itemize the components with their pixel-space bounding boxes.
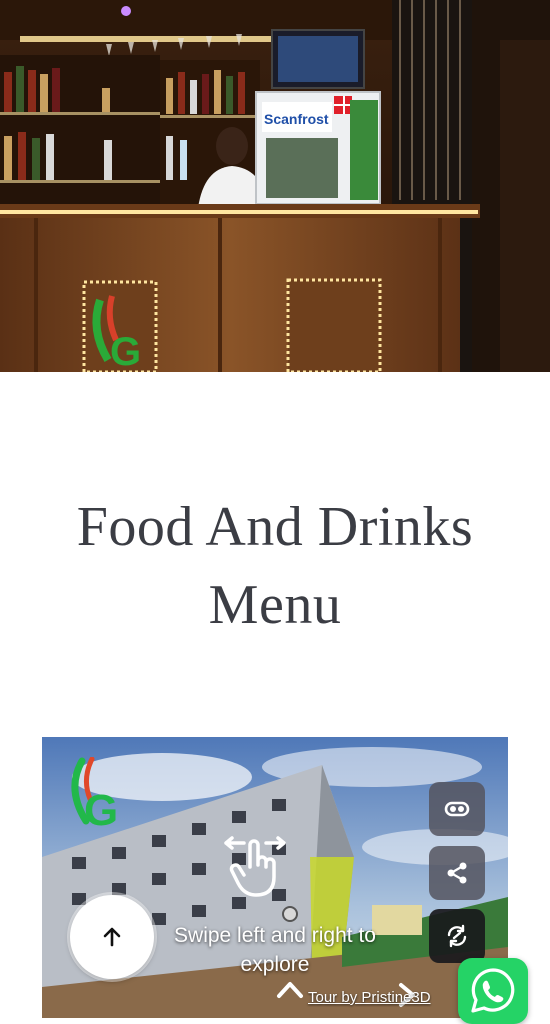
hotel-logo-icon: G — [71, 757, 118, 829]
page-title: Food And Drinks Menu — [0, 488, 550, 644]
svg-text:G: G — [84, 786, 118, 829]
page-title-line-1: Food And Drinks — [76, 496, 474, 558]
whatsapp-icon — [471, 968, 515, 1013]
bar-scene-illustration: Scanfrost G — [0, 0, 550, 372]
scroll-up-button[interactable] — [70, 895, 154, 979]
svg-text:G: G — [110, 330, 141, 372]
autorotate-icon — [447, 924, 467, 948]
bar-counter-photo: Scanfrost G — [0, 0, 550, 372]
page-title-line-2: Menu — [208, 574, 342, 636]
arrow-up-icon — [103, 927, 121, 947]
swipe-hint-text: Swipe left and right to explore — [174, 924, 376, 976]
tour-credit-link[interactable]: Tour by Pristine3D — [308, 989, 431, 1006]
share-button[interactable] — [429, 846, 485, 900]
chevron-up-icon[interactable] — [275, 978, 305, 1000]
share-icon — [447, 862, 467, 884]
vr-headset-icon — [444, 801, 470, 817]
swipe-hand-icon — [224, 836, 286, 897]
vr-mode-button[interactable] — [429, 782, 485, 836]
autorotate-button[interactable] — [429, 909, 485, 963]
fridge-brand: Scanfrost — [264, 111, 329, 127]
virtual-tour-viewer[interactable]: G Swipe left and right to explore Tour b… — [42, 737, 508, 1018]
whatsapp-chat-button[interactable] — [458, 958, 528, 1024]
